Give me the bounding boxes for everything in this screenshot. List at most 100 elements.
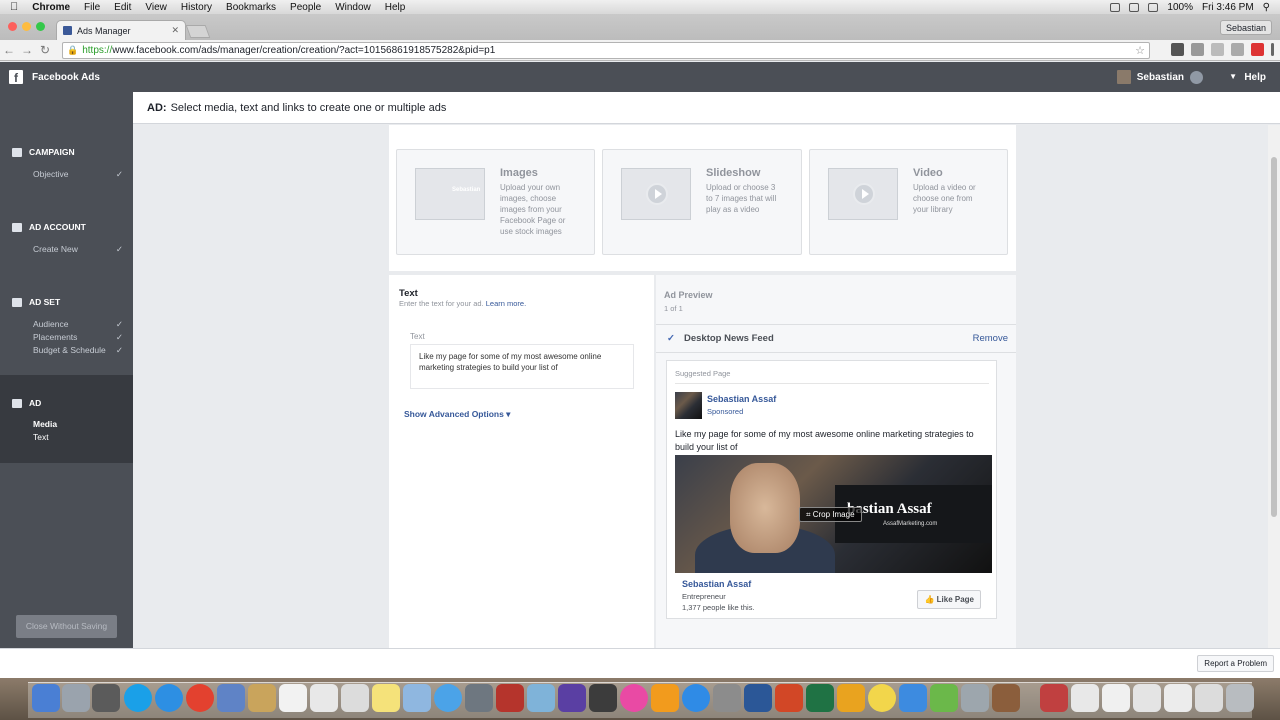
menu-people[interactable]: People (290, 2, 321, 13)
preview-icon[interactable] (217, 684, 245, 712)
back-icon[interactable]: ← (0, 43, 18, 57)
page-name-link[interactable]: Sebastian Assaf (707, 394, 776, 404)
document-stack-icon[interactable] (1195, 684, 1223, 712)
sidebar-item-media[interactable]: Media (33, 419, 123, 429)
textedit-icon[interactable] (341, 684, 369, 712)
app-icon[interactable] (930, 684, 958, 712)
new-tab-button[interactable] (185, 25, 211, 38)
mail-icon[interactable] (403, 684, 431, 712)
contacts-icon[interactable] (248, 684, 276, 712)
stickies-icon[interactable] (372, 684, 400, 712)
messages-icon[interactable] (434, 684, 462, 712)
app-store-icon[interactable] (682, 684, 710, 712)
extension-icon[interactable] (1231, 43, 1244, 56)
page-name-link[interactable]: Sebastian Assaf (682, 579, 751, 589)
search-icon[interactable]: ⚲ (1263, 2, 1270, 13)
menu-history[interactable]: History (181, 2, 212, 13)
iphoto-icon[interactable] (527, 684, 555, 712)
folder-icon[interactable] (1040, 684, 1068, 712)
report-problem-button[interactable]: Report a Problem (1197, 655, 1274, 672)
trash-icon[interactable] (1226, 684, 1254, 712)
close-without-saving-button[interactable]: Close Without Saving (16, 615, 117, 638)
app-icon[interactable] (899, 684, 927, 712)
address-bar[interactable]: 🔒 https://www.facebook.com/ads/manager/c… (62, 42, 1150, 59)
facetime-icon[interactable] (465, 684, 493, 712)
system-preferences-icon[interactable] (713, 684, 741, 712)
page-scrollbar[interactable] (1268, 125, 1280, 648)
document-stack-icon[interactable] (1102, 684, 1130, 712)
word-icon[interactable] (744, 684, 772, 712)
menu-file[interactable]: File (84, 2, 100, 13)
placement-row[interactable]: ✓ Desktop News Feed Remove (656, 324, 1016, 353)
user-menu[interactable]: Sebastian (1116, 70, 1203, 84)
final-cut-icon[interactable] (589, 684, 617, 712)
minimize-window-button[interactable] (22, 22, 31, 31)
itunes-icon[interactable] (620, 684, 648, 712)
sidebar-item-campaign[interactable]: CAMPAIGN (12, 147, 75, 157)
media-option-video[interactable]: Video Upload a video or choose one from … (809, 149, 1008, 255)
chrome-menu-icon[interactable] (1271, 43, 1274, 56)
document-stack-icon[interactable] (1164, 684, 1192, 712)
excel-icon[interactable] (806, 684, 834, 712)
close-window-button[interactable] (8, 22, 17, 31)
like-page-button[interactable]: 👍 Like Page (917, 590, 981, 609)
status-icon[interactable] (1129, 2, 1140, 12)
profile-button[interactable]: Sebastian (1219, 20, 1272, 35)
apple-menu-icon[interactable]:  (10, 1, 18, 13)
sidebar-item-ad-account[interactable]: AD ACCOUNT (12, 222, 86, 232)
menu-help[interactable]: Help (385, 2, 406, 13)
app-title[interactable]: Facebook Ads (32, 72, 100, 83)
wifi-icon[interactable] (1148, 2, 1159, 12)
app-icon[interactable] (868, 684, 896, 712)
finder-icon[interactable] (32, 684, 60, 712)
media-option-images[interactable]: Sebastian Images Upload your own images,… (396, 149, 595, 255)
extension-icon[interactable] (1171, 43, 1184, 56)
ad-image[interactable]: bastian Assaf AssafMarketing.com ⌗ Crop … (675, 455, 992, 573)
photo-booth-icon[interactable] (496, 684, 524, 712)
crop-image-button[interactable]: ⌗ Crop Image (799, 507, 862, 522)
scrollbar-thumb[interactable] (1271, 157, 1277, 517)
app-icon[interactable] (992, 684, 1020, 712)
status-icon[interactable] (1110, 2, 1121, 12)
extension-icon[interactable] (1211, 43, 1224, 56)
menu-edit[interactable]: Edit (114, 2, 131, 13)
sidebar-item-ad[interactable]: AD (12, 398, 41, 408)
app-icon[interactable] (961, 684, 989, 712)
chevron-down-icon[interactable]: ▼ (1229, 72, 1237, 81)
extension-icon[interactable] (1251, 43, 1264, 56)
help-link[interactable]: Help (1244, 72, 1266, 83)
menu-app-chrome[interactable]: Chrome (32, 2, 70, 13)
calculator-icon[interactable] (92, 684, 120, 712)
facebook-logo-icon[interactable]: f (9, 70, 23, 85)
forward-icon[interactable]: → (18, 43, 36, 57)
reminders-icon[interactable] (310, 684, 338, 712)
globe-icon[interactable] (1190, 70, 1203, 84)
reload-icon[interactable]: ↻ (36, 43, 54, 57)
sidebar-item-create-new[interactable]: Create New ✓ (33, 244, 123, 255)
powerpoint-icon[interactable] (775, 684, 803, 712)
sidebar-item-placements[interactable]: Placements ✓ (33, 332, 123, 343)
sidebar-item-audience[interactable]: Audience ✓ (33, 319, 123, 330)
chrome-icon[interactable] (186, 684, 214, 712)
zoom-window-button[interactable] (36, 22, 45, 31)
extension-icon[interactable] (1191, 43, 1204, 56)
ibooks-icon[interactable] (651, 684, 679, 712)
sidebar-item-text[interactable]: Text (33, 432, 123, 442)
outlook-icon[interactable] (837, 684, 865, 712)
learn-more-link[interactable]: Learn more. (486, 299, 526, 308)
battery-label[interactable]: 100% (1167, 2, 1193, 13)
sidebar-item-budget-schedule[interactable]: Budget & Schedule ✓ (33, 345, 123, 356)
imovie-icon[interactable] (558, 684, 586, 712)
launchpad-icon[interactable] (62, 684, 90, 712)
browser-tab[interactable]: Ads Manager ✕ (56, 20, 186, 40)
document-stack-icon[interactable] (1133, 684, 1161, 712)
skype-icon[interactable] (124, 684, 152, 712)
bookmark-star-icon[interactable]: ☆ (1135, 44, 1145, 57)
sponsored-label[interactable]: Sponsored (707, 407, 743, 416)
remove-placement-link[interactable]: Remove (973, 333, 1008, 344)
document-stack-icon[interactable] (1071, 684, 1099, 712)
avatar[interactable] (675, 392, 702, 419)
close-tab-icon[interactable]: ✕ (171, 25, 179, 36)
calendar-icon[interactable] (279, 684, 307, 712)
media-option-slideshow[interactable]: Slideshow Upload or choose 3 to 7 images… (602, 149, 802, 255)
